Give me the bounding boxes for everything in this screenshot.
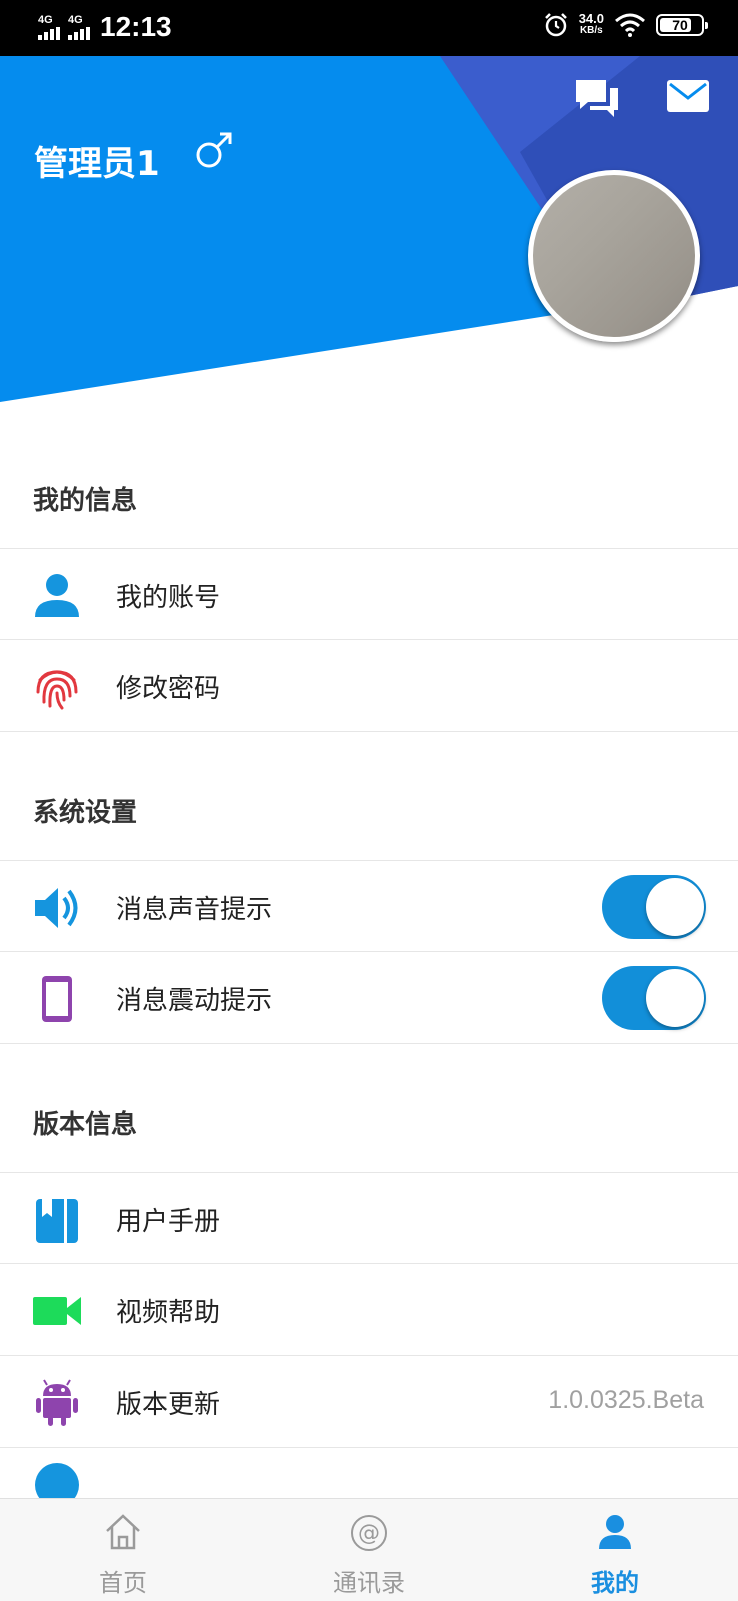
network-type-2: 4G — [68, 13, 83, 26]
section-title-system-settings: 系统设置 — [33, 798, 138, 828]
section-title-version-info: 版本信息 — [33, 1110, 138, 1140]
user-name: 管理员1 — [34, 144, 160, 184]
row-my-account[interactable]: 我的账号 — [0, 548, 738, 640]
signal-1: 4G — [38, 13, 60, 40]
row-user-manual[interactable]: 用户手册 — [0, 1172, 738, 1264]
mail-icon[interactable] — [666, 78, 710, 114]
network-type-1: 4G — [38, 13, 53, 26]
speed-value: 34.0 — [578, 11, 604, 26]
row-label: 消息声音提示 — [116, 895, 273, 925]
speed-unit: KB/s — [579, 25, 603, 36]
version-number: 1.0.0325.Beta — [548, 1386, 704, 1414]
sound-toggle[interactable] — [602, 875, 706, 939]
row-label: 版本更新 — [116, 1390, 221, 1420]
row-sound-notification[interactable]: 消息声音提示 — [0, 860, 738, 952]
vibration-toggle[interactable] — [602, 966, 706, 1030]
svg-text:@: @ — [358, 1521, 380, 1546]
battery-icon: 70 — [656, 14, 708, 36]
tab-me[interactable]: 我的 — [492, 1499, 738, 1601]
book-icon — [36, 1199, 78, 1243]
section-title-my-info: 我的信息 — [33, 486, 138, 516]
signal-2: 4G — [68, 13, 90, 40]
person-icon — [599, 1515, 631, 1549]
status-left: 4G 4G 12:13 — [38, 12, 172, 42]
row-label: 视频帮助 — [116, 1298, 221, 1328]
android-icon — [36, 1379, 78, 1426]
male-symbol-icon — [196, 132, 232, 168]
row-label: 用户手册 — [116, 1207, 221, 1237]
at-sign-icon: @ — [351, 1515, 387, 1551]
row-video-help[interactable]: 视频帮助 — [0, 1264, 738, 1356]
row-label: 我的账号 — [116, 583, 221, 613]
home-icon — [106, 1514, 140, 1550]
speaker-icon — [35, 888, 78, 928]
video-camera-icon — [33, 1297, 81, 1325]
row-label: 修改密码 — [116, 674, 221, 704]
tab-contacts[interactable]: @ 通讯录 — [246, 1499, 492, 1601]
phone-vibrate-icon — [42, 976, 72, 1022]
signal-bars-icon — [38, 26, 60, 40]
clock: 12:13 — [100, 11, 172, 42]
row-change-password[interactable]: 修改密码 — [0, 640, 738, 732]
avatar[interactable] — [528, 170, 700, 342]
network-speed: 34.0 KB/s — [578, 11, 604, 37]
tab-label: 通讯录 — [333, 1569, 405, 1597]
tab-label: 我的 — [591, 1569, 639, 1597]
signal-bars-icon — [68, 26, 90, 40]
toggle-knob — [646, 878, 704, 936]
row-vibration-notification[interactable]: 消息震动提示 — [0, 952, 738, 1044]
fingerprint-icon — [36, 670, 78, 710]
toggle-knob — [646, 969, 704, 1027]
row-label: 消息震动提示 — [116, 986, 273, 1016]
profile-header: 管理员1 — [0, 56, 738, 416]
row-version-update[interactable]: 版本更新 1.0.0325.Beta — [0, 1356, 738, 1448]
status-right: 34.0 KB/s 70 — [543, 11, 708, 38]
chat-bubbles-icon[interactable] — [574, 78, 620, 120]
wifi-icon — [615, 13, 645, 37]
alarm-icon — [544, 13, 567, 37]
person-icon — [35, 574, 79, 617]
tab-home[interactable]: 首页 — [0, 1499, 246, 1601]
tab-label: 首页 — [99, 1569, 147, 1597]
battery-level: 70 — [672, 17, 688, 33]
status-bar: 4G 4G 12:13 34.0 KB/s 70 — [0, 0, 738, 56]
bottom-tab-bar: 首页 @ 通讯录 我的 — [0, 1498, 738, 1601]
